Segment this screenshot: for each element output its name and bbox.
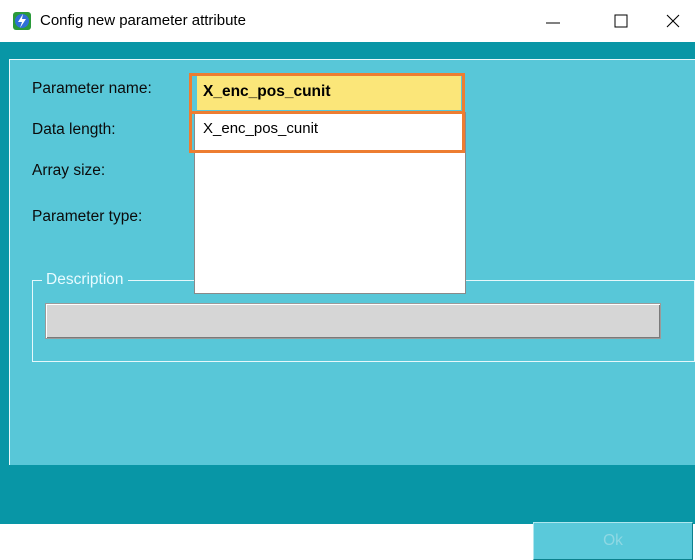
- window-title: Config new parameter attribute: [40, 12, 246, 29]
- minimize-button[interactable]: [530, 0, 576, 42]
- parameter-name-label: Parameter name:: [32, 80, 152, 97]
- maximize-button[interactable]: [598, 0, 644, 42]
- close-button[interactable]: [650, 0, 695, 42]
- description-group-label: Description: [42, 271, 128, 289]
- lightning-app-icon: [12, 11, 32, 31]
- parameter-type-label: Parameter type:: [32, 208, 143, 225]
- dropdown-option[interactable]: X_enc_pos_cunit: [198, 116, 460, 146]
- maximize-icon: [614, 14, 628, 28]
- parameter-name-input[interactable]: X_enc_pos_cunit: [197, 76, 461, 110]
- data-length-label: Data length:: [32, 121, 116, 138]
- close-icon: [666, 14, 680, 28]
- minimize-icon: [546, 22, 560, 24]
- highlight-divider: [192, 111, 462, 114]
- parameter-name-dropdown: X_enc_pos_cunit: [194, 112, 466, 294]
- description-input[interactable]: [45, 303, 661, 339]
- ok-button[interactable]: Ok: [533, 522, 693, 560]
- array-size-label: Array size:: [32, 162, 106, 179]
- title-bar: Config new parameter attribute: [0, 0, 695, 42]
